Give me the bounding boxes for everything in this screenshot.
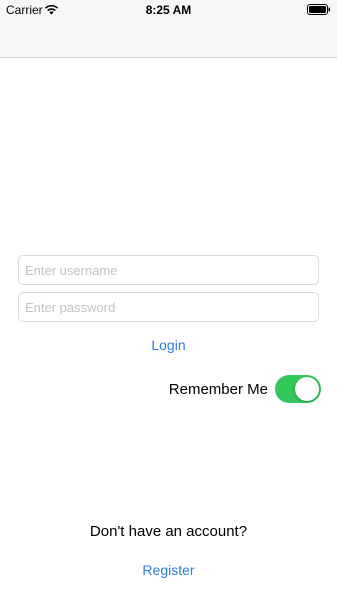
register-button[interactable]: Register: [0, 561, 337, 579]
battery-icon: [307, 4, 330, 15]
username-field[interactable]: [18, 255, 319, 285]
password-field[interactable]: [18, 292, 319, 322]
remember-me-toggle[interactable]: [275, 375, 321, 403]
login-screen: Carrier 8:25 AM Login Remember Me Don't …: [0, 0, 337, 600]
signup-prompt: Don't have an account?: [89, 523, 248, 540]
status-time: 8:25 AM: [145, 3, 192, 17]
navigation-bar: [0, 20, 337, 58]
status-bar: Carrier 8:25 AM: [0, 0, 337, 20]
remember-me-label: Remember Me: [168, 381, 268, 398]
login-button[interactable]: Login: [0, 336, 337, 354]
toggle-knob: [295, 377, 319, 401]
